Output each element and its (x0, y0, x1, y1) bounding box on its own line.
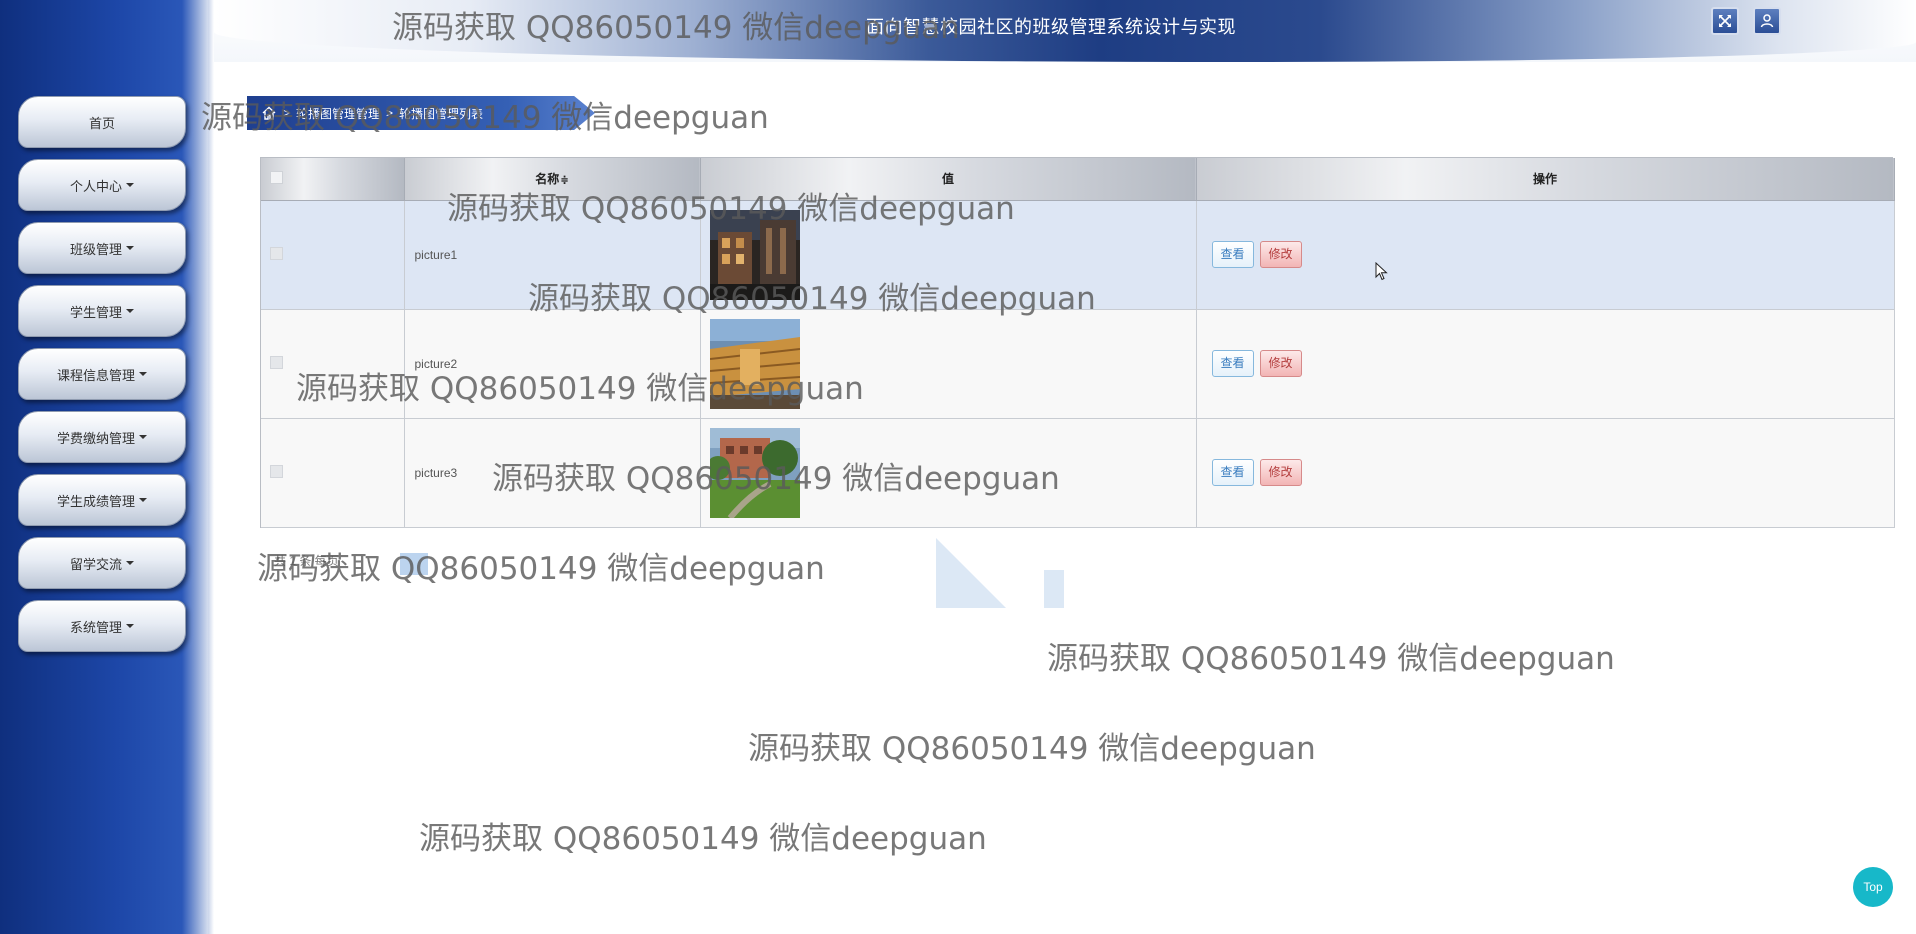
sidebar-item-student-management[interactable]: 学生管理 (18, 285, 186, 337)
sidebar-item-system-management[interactable]: 系统管理 (18, 600, 186, 652)
watermark-text: 源码获取 QQ86050149 微信deepguan (419, 821, 987, 857)
breadcrumb-separator: > (386, 106, 394, 120)
sidebar-item-label: 学生管理 (69, 304, 122, 320)
table-row[interactable]: picture3 查看 修改 (261, 418, 1895, 528)
loading-decoration (936, 538, 1006, 608)
value-cell (700, 309, 1197, 419)
sidebar-item-course-management[interactable]: 课程信息管理 (18, 348, 186, 400)
row-checkbox[interactable] (270, 464, 283, 478)
name-cell: picture2 (404, 309, 701, 419)
actions-cell: 查看 修改 (1196, 200, 1895, 310)
breadcrumb-item-current: 轮播图管理列表 (399, 106, 484, 121)
sidebar-item-label: 留学交流 (69, 556, 122, 572)
sidebar-item-personal-center[interactable]: 个人中心 (18, 159, 186, 211)
caret-down-icon (126, 624, 134, 628)
table-header-row: 名称≑ 值 操作 (261, 158, 1895, 201)
sidebar-item-label: 个人中心 (69, 178, 122, 194)
carousel-table: 名称≑ 值 操作 picture1 查看 修改 picture2 查看 修改 p… (260, 157, 1895, 528)
sort-icon[interactable]: ≑ (560, 175, 568, 186)
value-cell (700, 200, 1197, 310)
sidebar-item-label: 课程信息管理 (56, 367, 135, 383)
sidebar-item-label: 班级管理 (69, 241, 122, 257)
name-cell: picture3 (404, 418, 701, 528)
sidebar-item-home[interactable]: 首页 (18, 96, 186, 148)
actions-cell: 查看 修改 (1196, 418, 1895, 528)
home-icon[interactable] (261, 105, 277, 121)
sidebar-item-label: 学生成绩管理 (56, 493, 135, 509)
sidebar-item-label: 首页 (88, 115, 115, 131)
sidebar-nav: 首页 个人中心 班级管理 学生管理 课程信息管理 学费缴纳管理 学生成绩管理 留… (18, 96, 188, 663)
view-button[interactable]: 查看 (1211, 459, 1254, 486)
row-checkbox[interactable] (270, 246, 283, 260)
column-header-name[interactable]: 名称≑ (404, 158, 701, 201)
campus-garden-photo[interactable] (709, 427, 800, 518)
watermark-text: 源码获取 QQ86050149 微信deepguan (257, 551, 825, 587)
page-number-box[interactable] (400, 553, 428, 575)
name-cell: picture1 (404, 200, 701, 310)
building-golden-photo[interactable] (709, 318, 800, 409)
user-button[interactable] (1753, 7, 1781, 35)
sidebar-item-tuition-management[interactable]: 学费缴纳管理 (18, 411, 186, 463)
app-title: 面向智慧校园社区的班级管理系统设计与实现 (866, 17, 1236, 38)
caret-down-icon (139, 435, 147, 439)
back-to-top-button[interactable]: Top (1853, 867, 1893, 907)
caret-down-icon (126, 246, 134, 250)
row-select-cell (261, 309, 405, 419)
actions-cell: 查看 修改 (1196, 309, 1895, 419)
column-header-label: 值 (941, 172, 954, 187)
loading-decoration (1044, 570, 1064, 608)
caret-down-icon (126, 183, 134, 187)
sidebar-item-label: 系统管理 (69, 619, 122, 635)
breadcrumb: > 轮播图管理管理 > 轮播图管理列表 (247, 96, 595, 130)
mouse-cursor-icon (1375, 262, 1388, 281)
row-select-cell (261, 200, 405, 310)
column-header-label: 名称 (535, 172, 560, 187)
table-row[interactable]: picture2 查看 修改 (261, 309, 1895, 419)
value-cell (700, 418, 1197, 528)
watermark-text: 源码获取 QQ86050149 微信deepguan (748, 731, 1316, 767)
building-night-photo[interactable] (709, 209, 800, 300)
sidebar-item-study-abroad[interactable]: 留学交流 (18, 537, 186, 589)
caret-down-icon (126, 309, 134, 313)
caret-down-icon (126, 561, 134, 565)
view-button[interactable]: 查看 (1211, 241, 1254, 268)
sidebar-item-class-management[interactable]: 班级管理 (18, 222, 186, 274)
breadcrumb-item-parent[interactable]: 轮播图管理管理 (296, 105, 380, 122)
row-select-cell (261, 418, 405, 528)
pagination-info: 共 1 条 每页 (274, 554, 339, 568)
caret-down-icon (139, 498, 147, 502)
edit-button[interactable]: 修改 (1259, 350, 1302, 377)
column-header-actions: 操作 (1196, 158, 1895, 201)
row-checkbox[interactable] (270, 355, 283, 369)
column-header-value: 值 (700, 158, 1197, 201)
watermark-text: 源码获取 QQ86050149 微信deepguan (1047, 641, 1615, 677)
expand-icon (1719, 15, 1731, 27)
table-row[interactable]: picture1 查看 修改 (261, 200, 1895, 310)
sidebar-item-label: 学费缴纳管理 (56, 430, 135, 446)
user-icon (1760, 14, 1774, 28)
sidebar-item-grade-management[interactable]: 学生成绩管理 (18, 474, 186, 526)
edit-button[interactable]: 修改 (1259, 459, 1302, 486)
view-button[interactable]: 查看 (1211, 350, 1254, 377)
column-header-label: 操作 (1532, 172, 1557, 187)
sidebar: 首页 个人中心 班级管理 学生管理 课程信息管理 学费缴纳管理 学生成绩管理 留… (0, 0, 214, 934)
breadcrumb-separator: > (283, 106, 291, 120)
select-all-header (261, 158, 405, 201)
edit-button[interactable]: 修改 (1259, 241, 1302, 268)
caret-down-icon (139, 372, 147, 376)
fullscreen-button[interactable] (1711, 7, 1739, 35)
select-all-checkbox[interactable] (270, 170, 283, 184)
